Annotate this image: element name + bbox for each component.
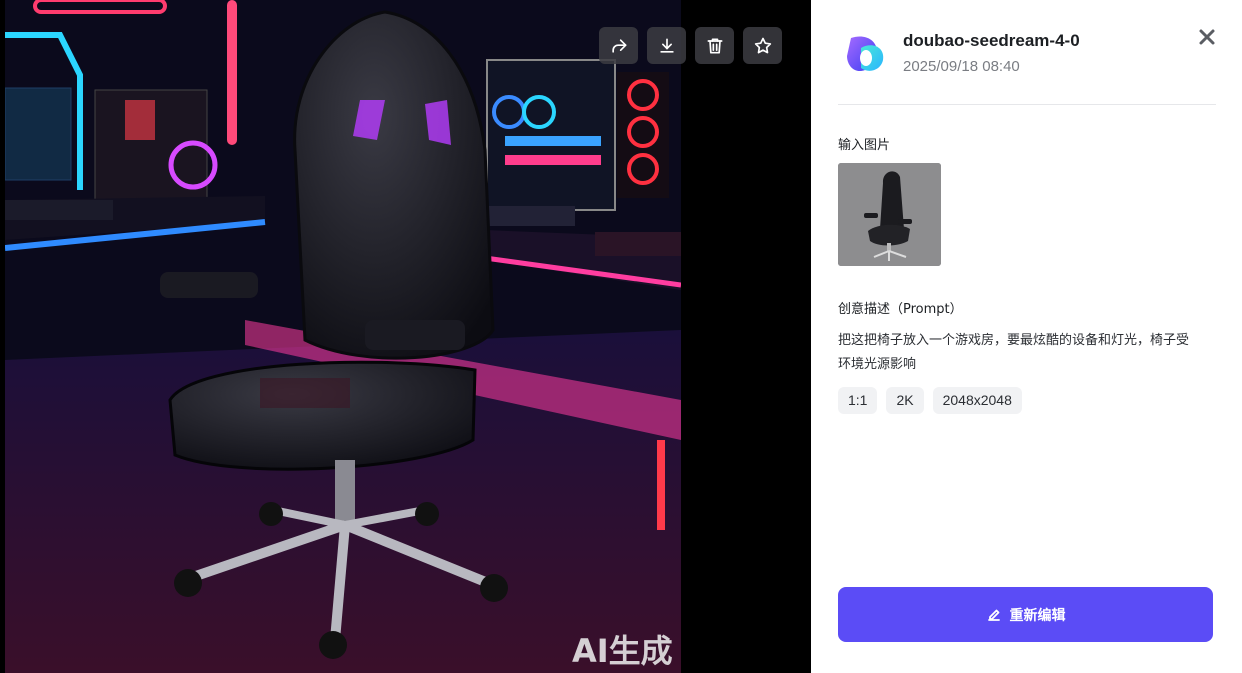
model-logo-icon (847, 36, 884, 72)
star-icon (754, 37, 771, 53)
generated-image (5, 0, 681, 673)
trash-icon (707, 38, 722, 54)
aspect-ratio-tag: 1:1 (838, 387, 878, 414)
chair-thumbnail-image (838, 163, 941, 266)
reedit-button-label: 重新编辑 (1009, 607, 1066, 624)
close-button[interactable] (1198, 28, 1216, 46)
generation-params: 1:1 2K 2048x2048 (838, 387, 1022, 414)
header-divider (838, 104, 1216, 105)
generation-timestamp: 2025/09/18 08:40 (903, 58, 1020, 75)
download-button[interactable] (647, 27, 686, 64)
prompt-label: 创意描述（Prompt） (838, 302, 963, 317)
download-icon (659, 38, 674, 53)
close-icon (1199, 29, 1215, 45)
share-icon (611, 38, 626, 53)
ai-watermark: AI生成 (572, 632, 673, 670)
prompt-text: 把这把椅子放入一个游戏房，要最炫酷的设备和灯光，椅子受环境光源影响 (838, 333, 1190, 372)
image-viewer: AI生成 (0, 0, 811, 673)
resolution-tag: 2K (886, 387, 924, 414)
image-toolbar (599, 27, 782, 64)
input-image-thumbnail[interactable] (838, 163, 941, 266)
favorite-button[interactable] (743, 27, 782, 64)
input-image-label: 输入图片 (838, 138, 891, 153)
edit-icon (987, 609, 1000, 621)
size-tag: 2048x2048 (932, 387, 1022, 414)
detail-panel: doubao-seedream-4-0 2025/09/18 08:40 输入图… (811, 0, 1242, 673)
delete-button[interactable] (695, 27, 734, 64)
gaming-room-scene (5, 0, 681, 673)
reedit-button[interactable]: 重新编辑 (838, 587, 1213, 642)
share-button[interactable] (599, 27, 638, 64)
model-name: doubao-seedream-4-0 (903, 31, 1080, 50)
